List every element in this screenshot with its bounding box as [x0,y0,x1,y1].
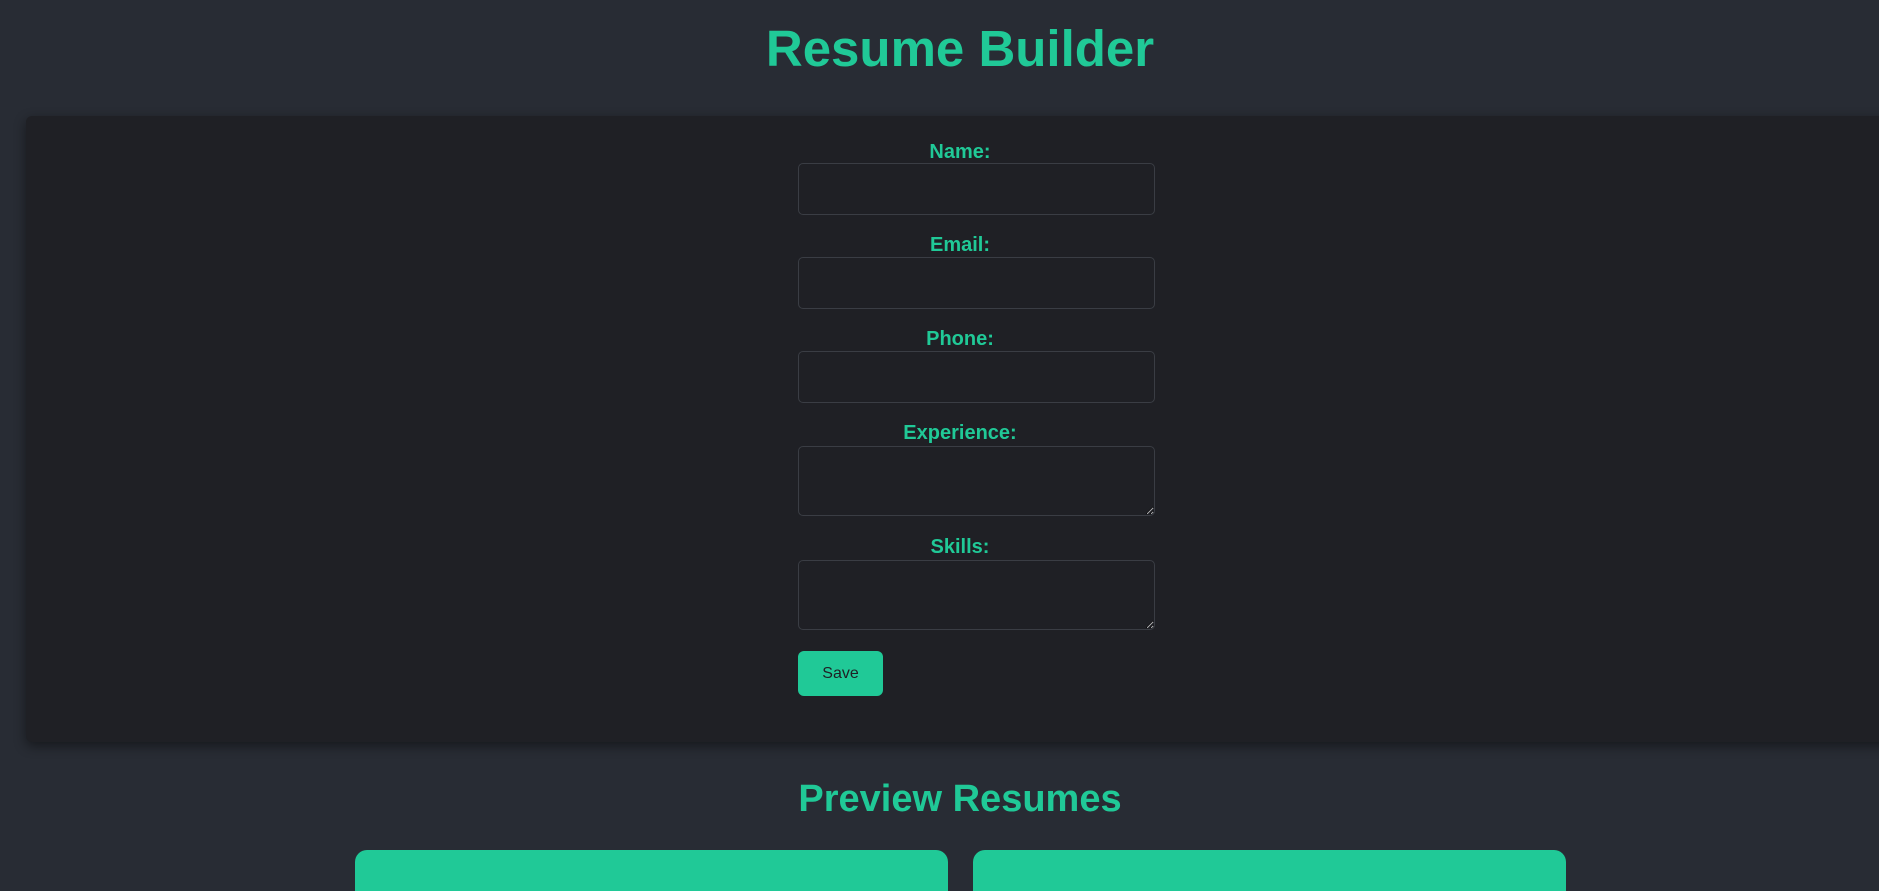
email-label: Email: [929,234,991,256]
resume-preview-card[interactable] [973,850,1566,891]
preview-title: Preview Resumes [798,778,1122,820]
resume-preview-card[interactable] [355,850,948,891]
page-title: Resume Builder [765,20,1155,77]
save-button[interactable]: Save [798,651,883,696]
resume-form: Name: Email: Phone: Experience: Skills: … [26,116,1879,742]
phone-input[interactable] [798,351,1155,403]
skills-textarea[interactable] [798,560,1155,630]
phone-label: Phone: [926,328,994,350]
name-input[interactable] [798,163,1155,215]
skills-label: Skills: [930,536,990,558]
page: Resume Builder Name: Email: Phone: Exper… [0,0,1879,891]
email-input[interactable] [798,257,1155,309]
name-label: Name: [929,141,991,163]
experience-label: Experience: [903,422,1017,444]
experience-textarea[interactable] [798,446,1155,516]
